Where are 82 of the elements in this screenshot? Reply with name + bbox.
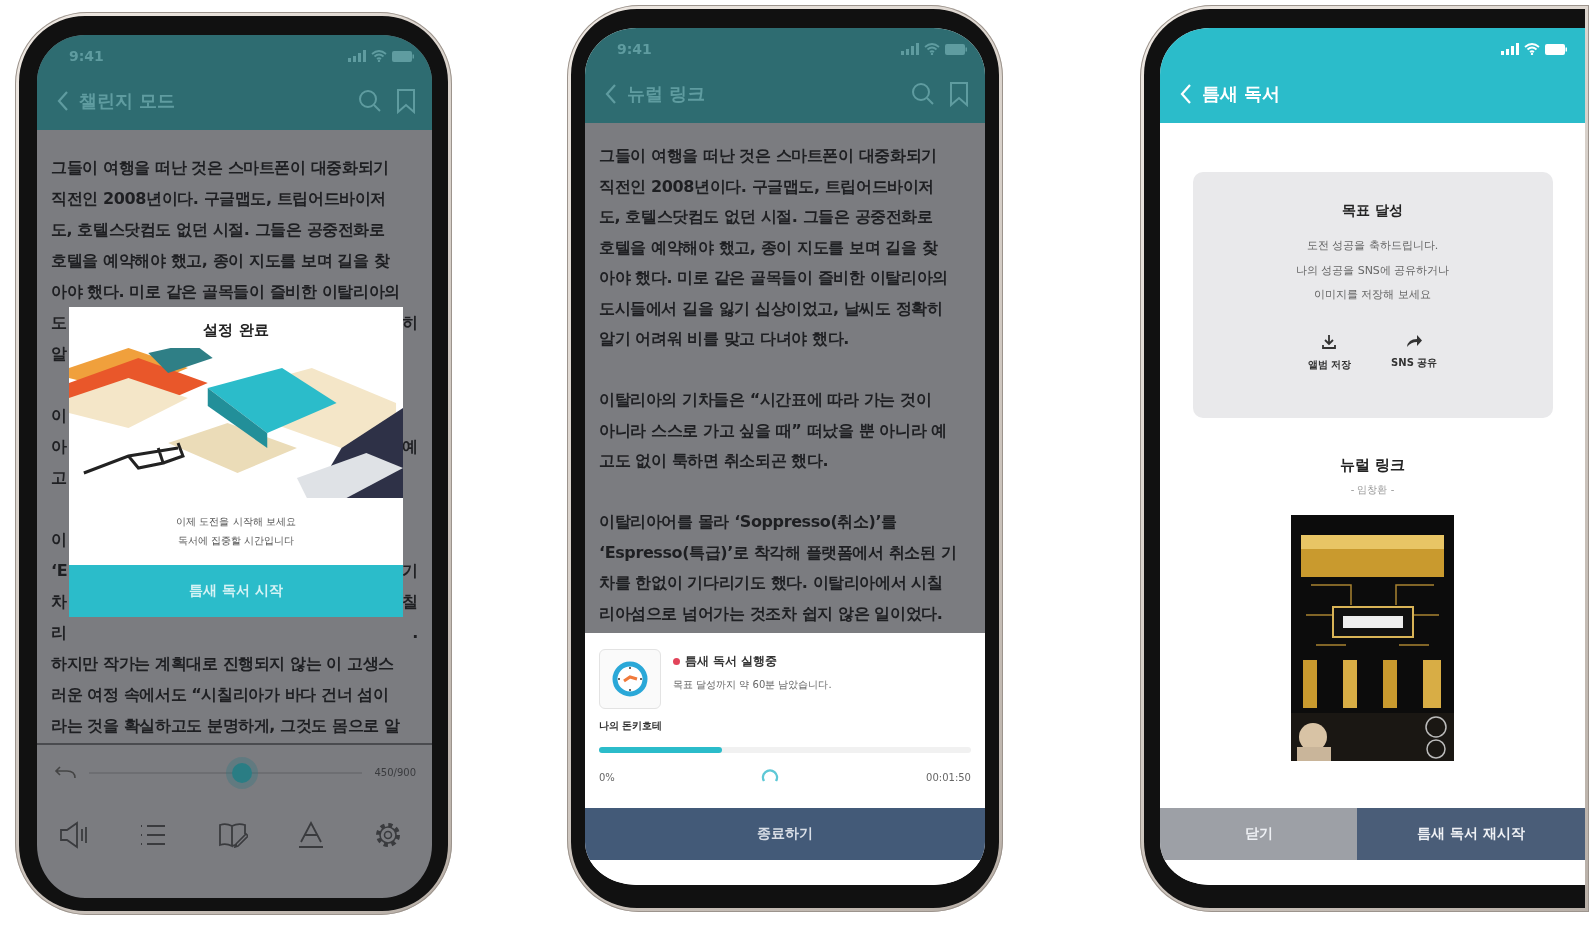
text-line: 러운 여정 속에서도 “시칠리아가 바다 건너 섬이	[51, 684, 390, 706]
text-fragment: 아	[51, 436, 67, 458]
card-title: 목표 달성	[1342, 202, 1403, 220]
dialog-title: 설정 완료	[202, 320, 270, 341]
text-fragment: 이	[51, 529, 67, 551]
book-edit-icon[interactable]	[217, 822, 248, 848]
text-fragment: 고	[51, 467, 67, 489]
share-icon	[1405, 333, 1424, 348]
text-line: 그들이 여행을 떠난 것은 스마트폰이 대중화되기	[51, 157, 390, 179]
text-line: 이탈리아어를 몰라 ‘Soppresso(취소)’를	[599, 511, 898, 533]
text-line: 도, 호텔스닷컴도 없던 시절. 그들은 공중전화로	[51, 219, 386, 241]
text-line: 알기 어려워 비를 맞고 다녀야 했다.	[599, 328, 850, 350]
text-line: 그들이 여행을 떠난 것은 스마트폰이 대중화되기	[599, 145, 938, 167]
text-line: 아야 했다. 미로 같은 골목들이 즐비한 이탈리아의	[599, 267, 949, 289]
book-title: 나의 돈키호테	[599, 719, 664, 733]
share-button[interactable]: SNS 공유	[1391, 333, 1438, 372]
text-line: 직전인 2008년이다. 구글맵도, 트립어드바이저	[599, 175, 935, 198]
bookmark-icon[interactable]	[396, 87, 416, 114]
battery-icon	[945, 43, 967, 55]
text-line: 이탈리아의 기차들은 “시간표에 따라 가는 것이	[599, 389, 933, 411]
text-line: 고도 없이 툭하면 취소되곤 했다.	[599, 450, 830, 472]
undo-icon[interactable]	[53, 764, 77, 781]
slider-thumb[interactable]	[232, 762, 253, 783]
clock-icon	[610, 659, 650, 699]
restart-button[interactable]: 틈새 독서 재시작	[1357, 808, 1585, 860]
end-button[interactable]: 종료하기	[585, 808, 985, 860]
text-line: 아니라 스스로 가고 싶을 때” 떠났을 뿐 아니라 예	[599, 419, 948, 442]
text-fragment: 알	[51, 343, 67, 365]
download-icon	[1321, 333, 1338, 350]
text-fragment: 이	[51, 405, 67, 427]
font-icon[interactable]	[297, 821, 324, 849]
settings-icon[interactable]	[374, 821, 402, 849]
page-count: 450/900	[374, 767, 416, 778]
text-line: 직전인 2008년이다. 구글맵도, 트립어드바이저	[51, 188, 387, 210]
screen-title: 틈새 독서	[1202, 81, 1281, 106]
text-line: 도, 호텔스닷컴도 없던 시절. 그들은 공중전화로	[599, 206, 934, 228]
text-line: 도시들에서 길을 잃기 십상이었고, 날씨도 정확히	[599, 297, 944, 320]
book-title: 뉴럴 링크	[1339, 456, 1406, 475]
text-fragment: 도	[51, 312, 67, 334]
text-fragment: .	[412, 622, 418, 644]
search-icon[interactable]	[358, 88, 382, 113]
text-line: 리아섬으로 넘어가는 것조차 쉽지 않은 일이었다.	[599, 602, 944, 625]
text-line: ‘Espresso(특급)’로 착각해 플랫폼에서 취소된 기	[599, 541, 958, 564]
text-fragment: 리	[51, 622, 67, 644]
text-line: 라는 것을 확실하고도 분명하게, 그것도 몸으로 알	[51, 715, 401, 737]
text-line: 호텔을 예약해야 했고, 종이 지도를 보며 길을 찾	[599, 236, 939, 259]
text-line: 호텔을 예약해야 했고, 종이 지도를 보며 길을 찾	[51, 250, 391, 272]
text-fragment: 히	[402, 312, 418, 334]
search-icon[interactable]	[911, 81, 935, 106]
book-author: - 임창환 -	[1350, 483, 1395, 497]
text-fragment: 차	[51, 591, 67, 613]
signal-icon	[348, 50, 366, 62]
speaker-icon[interactable]	[59, 821, 89, 849]
back-icon[interactable]	[605, 82, 617, 105]
card-message: 이미지를 저장해 보세요	[1313, 287, 1432, 303]
elapsed-time: 00:01:50	[926, 771, 971, 783]
wifi-icon	[1524, 43, 1540, 55]
signal-icon	[901, 43, 919, 55]
battery-icon	[392, 50, 414, 62]
dialog-message: 이제 도전을 시작해 보세요	[175, 515, 297, 529]
text-fragment: 기	[402, 560, 418, 582]
back-icon[interactable]	[57, 89, 69, 112]
text-fragment: 예	[402, 436, 418, 458]
bookmark-icon[interactable]	[949, 80, 969, 107]
remaining-time-text: 목표 달성까지 약 60분 남았습니다.	[673, 678, 832, 692]
text-line: 하지만 작가는 계획대로 진행되지 않는 이 고생스	[51, 653, 396, 675]
status-dot-icon	[673, 658, 680, 665]
text-fragment: 칠	[402, 591, 418, 613]
dialog-message: 독서에 집중할 시간입니다	[176, 534, 296, 548]
text-fragment: ‘E	[51, 560, 68, 582]
save-album-button[interactable]: 앨범 저장	[1307, 333, 1352, 372]
wifi-icon	[924, 43, 940, 55]
text-line: 아야 했다. 미로 같은 골목들이 즐비한 이탈리아의	[51, 281, 401, 303]
card-message: 도전 성공을 축하드립니다.	[1305, 238, 1440, 254]
progress-start-label: 0%	[599, 771, 615, 783]
text-line: 차를 한없이 기다리기도 했다. 이탈리아에서 시칠	[599, 572, 944, 594]
session-status: 틈새 독서 실행중	[685, 653, 778, 670]
wifi-icon	[371, 50, 387, 62]
card-message: 나의 성공을 SNS에 공유하거나	[1295, 262, 1450, 279]
list-icon[interactable]	[139, 823, 168, 847]
signal-icon	[1501, 43, 1519, 55]
battery-icon	[1545, 43, 1567, 55]
